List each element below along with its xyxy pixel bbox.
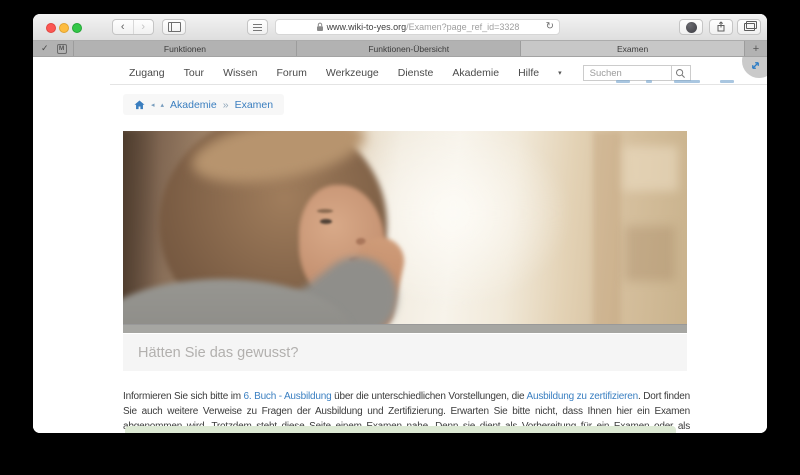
tab-label: Funktionen-Übersicht [368,44,449,54]
desktop: { "browser": { "toolbar": { "url_domain"… [0,0,800,475]
m-extension-icon[interactable]: M [57,44,67,54]
tabs-overview-icon [744,23,755,31]
lock-icon [316,22,324,32]
tab-bar-extensions: ✓ M [33,41,73,56]
tab-examen[interactable]: Examen [520,41,744,56]
back-button[interactable]: ‹ [113,20,133,34]
tab-funktionen[interactable]: Funktionen [73,41,297,56]
breadcrumb-separator: » [223,99,229,111]
tab-label: Examen [617,44,648,54]
breadcrumb: ◂ ▴ Akademie » Examen [123,94,284,115]
paragraph-text: über die unterschiedlichen Vorstellungen… [331,391,526,402]
close-window-button[interactable] [46,23,56,33]
breadcrumb-link-akademie[interactable]: Akademie [170,99,217,111]
search-button[interactable] [671,65,691,81]
hero-brick-highlight [623,146,678,191]
sidebar-icon [168,22,181,32]
share-button[interactable] [709,19,733,35]
breadcrumb-back-icon[interactable]: ◂ [151,101,155,109]
checkmark-extension-icon[interactable]: ✓ [41,43,49,54]
nav-item-hilfe[interactable]: Hilfe [518,67,539,79]
extension-circle-icon [686,22,697,33]
hero-eyebrow [317,209,333,213]
breadcrumb-up-icon[interactable]: ▴ [161,101,165,109]
new-tab-button[interactable]: + [744,41,767,56]
hero-image [123,131,687,333]
hero-wall-column [593,131,621,333]
home-icon[interactable] [134,100,145,110]
nav-item-werkzeuge[interactable]: Werkzeuge [326,67,379,79]
green-info-panel [125,426,676,433]
search-input[interactable] [583,65,671,81]
refresh-icon[interactable]: ↻ [546,21,554,32]
nav-item-akademie[interactable]: Akademie [452,67,499,79]
nav-item-dienste[interactable]: Dienste [398,67,434,79]
share-icon [715,21,727,33]
breadcrumb-link-examen[interactable]: Examen [235,99,274,111]
browser-window: ‹ › www.wiki-to-yes.org/Examen?page_ref_… [33,14,767,433]
link-6-buch-ausbildung[interactable]: 6. Buch - Ausbildung [244,391,332,402]
nav-item-tour[interactable]: Tour [184,67,204,79]
url-domain: www.wiki-to-yes.org [327,22,407,32]
hero-bottom-bar [123,324,687,333]
search-group [583,65,691,81]
paragraph-text: Informieren Sie sich bitte im [123,391,244,402]
history-nav-group: ‹ › [112,19,154,35]
nav-item-wissen[interactable]: Wissen [223,67,257,79]
link-ausbildung-zertifizieren[interactable]: Ausbildung zu zertifizieren [527,391,638,402]
hero-brick-shadow [625,226,675,281]
resize-arrows-icon [750,60,761,71]
zoom-window-button[interactable] [72,23,82,33]
nav-item-forum[interactable]: Forum [277,67,307,79]
forward-button[interactable]: › [133,20,154,34]
reader-icon [253,24,262,31]
browser-toolbar: ‹ › www.wiki-to-yes.org/Examen?page_ref_… [33,14,767,41]
address-bar[interactable]: www.wiki-to-yes.org/Examen?page_ref_id=3… [275,19,560,35]
header-divider [110,84,767,85]
tab-label: Funktionen [164,44,206,54]
image-caption: Hätten Sie das gewusst? [123,334,687,371]
hero-eye [320,219,332,224]
show-all-tabs-button[interactable] [737,19,761,35]
sidebar-toggle-button[interactable] [162,19,186,35]
page-content: Zugang Tour Wissen Forum Werkzeuge Diens… [33,57,767,433]
minimize-window-button[interactable] [59,23,69,33]
extension-button[interactable] [679,19,703,35]
chevron-down-icon[interactable]: ▾ [558,69,562,77]
search-icon [675,68,686,79]
reader-view-button[interactable] [247,19,268,35]
caption-text: Hätten Sie das gewusst? [138,345,298,361]
tab-bar: ✓ M Funktionen Funktionen-Übersicht Exam… [33,41,767,57]
fullscreen-toggle-button[interactable] [742,57,767,78]
tab-funktionen-uebersicht[interactable]: Funktionen-Übersicht [296,41,520,56]
nav-item-zugang[interactable]: Zugang [129,67,165,79]
url-path: /Examen?page_ref_id=3328 [406,22,519,32]
